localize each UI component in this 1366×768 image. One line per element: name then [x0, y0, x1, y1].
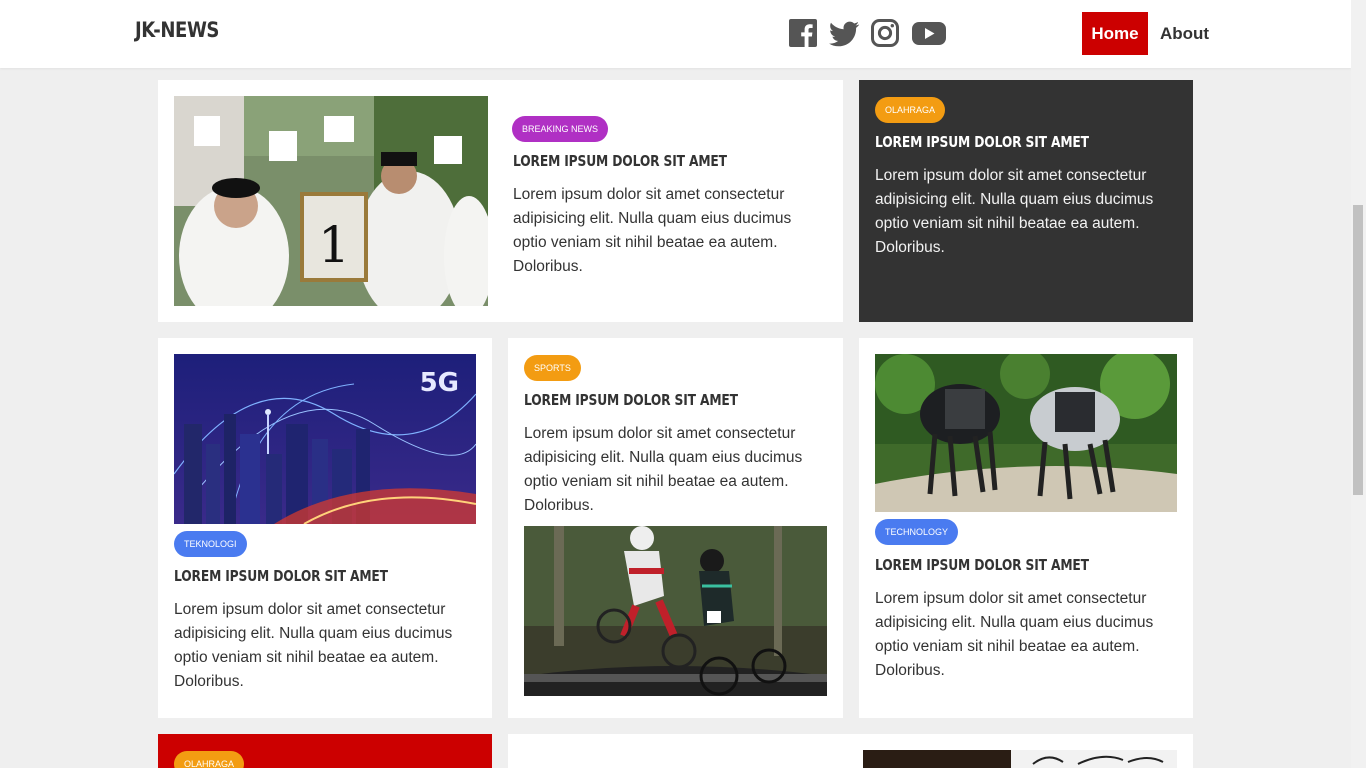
svg-text:1: 1 [318, 216, 350, 274]
election-crowd-photo[interactable]: 1 [174, 96, 488, 306]
article-card-sports[interactable]: SPORTS LOREM IPSUM DOLOR SIT AMET Lorem … [508, 338, 843, 718]
article-card-5g[interactable]: 5G TEKNOLOGI LOREM IPSUM DOLOR SIT AMET … [158, 338, 492, 718]
5g-city-photo[interactable]: 5G [174, 354, 476, 524]
article-card-red[interactable]: OLAHRAGA [158, 734, 492, 768]
article-title[interactable]: LOREM IPSUM DOLOR SIT AMET [875, 133, 1089, 151]
article-title[interactable]: LOREM IPSUM DOLOR SIT AMET [875, 556, 1089, 574]
site-logo[interactable]: JK-NEWS [135, 18, 219, 42]
category-badge[interactable]: OLAHRAGA [174, 751, 245, 768]
scrollbar-thumb[interactable] [1353, 205, 1363, 495]
article-card-dark[interactable]: OLAHRAGA LOREM IPSUM DOLOR SIT AMET Lore… [859, 80, 1193, 322]
site-header: JK-NEWS Home About [0, 0, 1351, 68]
youtube-icon[interactable] [911, 18, 947, 48]
nav-about-link[interactable]: About [1160, 12, 1209, 55]
facebook-icon[interactable] [788, 18, 818, 48]
bottom-article-photo[interactable] [863, 750, 1177, 768]
article-card-breaking[interactable]: 1 BREAKING NEWS LOREM IPSUM DOLOR SIT AM… [158, 80, 843, 322]
article-excerpt: Lorem ipsum dolor sit amet consectetur a… [174, 601, 453, 690]
category-badge[interactable]: OLAHRAGA [875, 97, 946, 123]
article-excerpt: Lorem ipsum dolor sit amet consectetur a… [524, 425, 803, 514]
article-excerpt: Lorem ipsum dolor sit amet consectetur a… [875, 590, 1154, 679]
bmx-race-photo[interactable] [524, 526, 827, 696]
article-excerpt: Lorem ipsum dolor sit amet consectetur a… [513, 186, 792, 275]
article-excerpt: Lorem ipsum dolor sit amet consectetur a… [875, 167, 1154, 256]
article-title[interactable]: LOREM IPSUM DOLOR SIT AMET [524, 391, 738, 409]
instagram-icon[interactable] [870, 18, 900, 48]
article-title[interactable]: LOREM IPSUM DOLOR SIT AMET [513, 152, 727, 170]
robot-dogs-photo[interactable] [875, 354, 1177, 512]
nav-home-link[interactable]: Home [1082, 12, 1148, 55]
article-card-technology[interactable]: TECHNOLOGY LOREM IPSUM DOLOR SIT AMET Lo… [859, 338, 1193, 718]
article-title[interactable]: LOREM IPSUM DOLOR SIT AMET [174, 567, 388, 585]
article-card-bottom-wide[interactable] [508, 734, 1193, 768]
category-badge[interactable]: TEKNOLOGI [174, 531, 247, 557]
category-badge[interactable]: TECHNOLOGY [875, 519, 959, 545]
5g-image-text: 5G [420, 368, 459, 398]
twitter-icon[interactable] [828, 18, 860, 48]
category-badge[interactable]: BREAKING NEWS [512, 116, 609, 142]
category-badge[interactable]: SPORTS [524, 355, 581, 381]
